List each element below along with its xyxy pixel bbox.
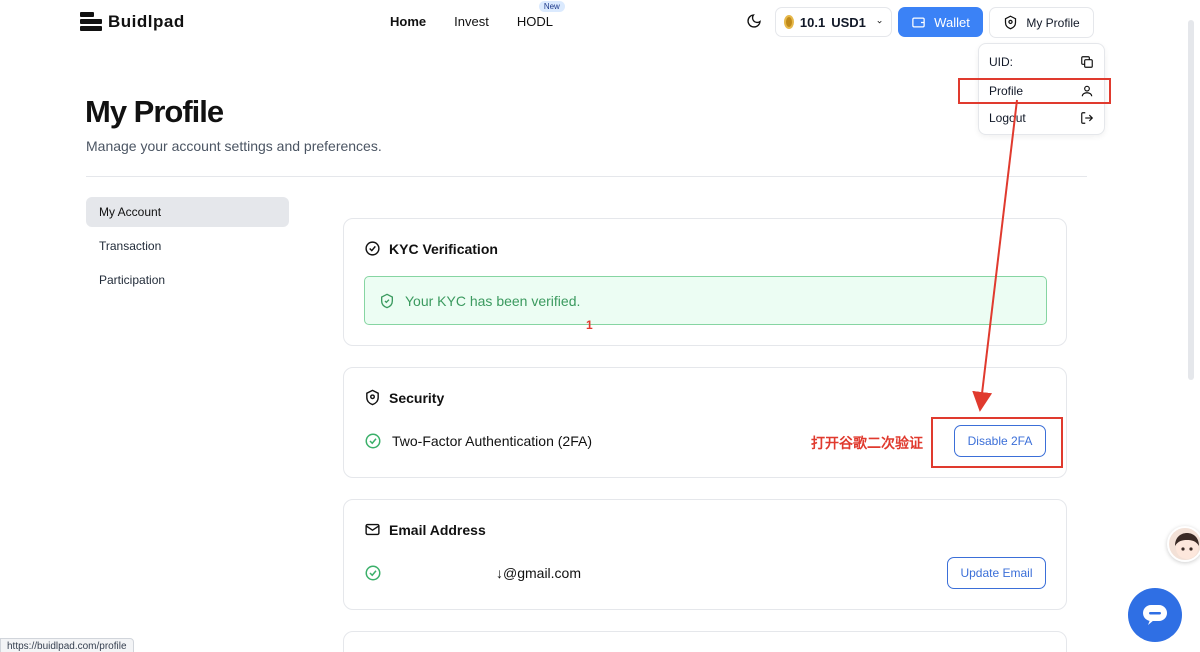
chat-icon <box>1143 605 1167 625</box>
status-bar-url: https://buidlpad.com/profile <box>0 638 134 652</box>
support-avatar[interactable] <box>1167 526 1200 562</box>
scrollbar[interactable] <box>1188 20 1194 380</box>
avatar-face-icon <box>1175 533 1199 559</box>
chat-button[interactable] <box>1128 588 1182 642</box>
annotation-arrow <box>972 99 1018 412</box>
